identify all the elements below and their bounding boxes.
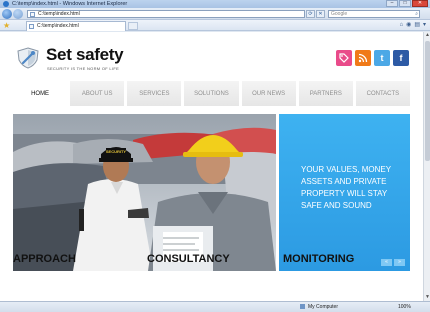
window-controls: – □ ✕: [386, 0, 428, 8]
computer-icon: [300, 304, 305, 310]
print-icon[interactable]: ▤: [414, 22, 420, 29]
window-title: C:\temp\index.html - Windows Internet Ex…: [12, 1, 128, 7]
main-menu: HOME ABOUT US SERVICES SOLUTIONS OUR NEW…: [13, 81, 410, 106]
address-toolbar: C:\temp\index.html ⟳ ✕ Google ⌕: [0, 8, 430, 20]
window-title-bar: C:\temp\index.html - Windows Internet Ex…: [0, 0, 430, 8]
shield-logo-icon: [17, 47, 39, 69]
address-text: C:\temp\index.html: [38, 11, 80, 17]
command-bar: ⌂ ◉ ▤ ▾: [399, 22, 426, 29]
logo-tagline: SECURITY IS THE NORM OF LIFE: [47, 66, 120, 71]
scroll-thumb[interactable]: [425, 41, 430, 161]
status-bar: My Computer 100%: [0, 301, 430, 312]
twitter-icon[interactable]: t: [374, 50, 390, 66]
zoom-level[interactable]: 100%: [398, 302, 411, 312]
vertical-scrollbar[interactable]: ▲ ▼: [423, 32, 430, 301]
tag-icon[interactable]: [336, 50, 352, 66]
hero-panel-text: YOUR VALUES, MONEY ASSETS AND PRIVATE PR…: [301, 165, 391, 210]
favorites-star-icon[interactable]: ★: [3, 21, 10, 30]
section-heading-approach: APPROACH: [13, 253, 76, 265]
social-links: t f: [336, 50, 409, 66]
menu-item-about-us[interactable]: ABOUT US: [70, 81, 125, 106]
back-button[interactable]: [2, 9, 12, 19]
section-heading-monitoring: MONITORING: [283, 253, 355, 265]
search-input[interactable]: Google ⌕: [328, 10, 420, 18]
feeds-icon[interactable]: ◉: [406, 22, 411, 29]
menu-item-services[interactable]: SERVICES: [127, 81, 182, 106]
rss-icon[interactable]: [355, 50, 371, 66]
menu-item-home[interactable]: HOME: [13, 81, 68, 106]
address-bar[interactable]: C:\temp\index.html: [27, 10, 305, 18]
slider-prev-button[interactable]: «: [381, 259, 392, 266]
scroll-down-icon[interactable]: ▼: [424, 294, 430, 301]
menu-item-our-news[interactable]: OUR NEWS: [241, 81, 296, 106]
slider-controls: « »: [381, 259, 405, 266]
slider-next-button[interactable]: »: [394, 259, 405, 266]
cap-security-text: SECURITY: [106, 149, 127, 154]
maximize-button[interactable]: □: [399, 0, 411, 7]
search-placeholder: Google: [331, 11, 348, 17]
page-icon: [29, 24, 34, 29]
forward-button[interactable]: [13, 9, 23, 19]
zone-label: My Computer: [308, 304, 339, 310]
home-icon[interactable]: ⌂: [399, 22, 403, 29]
internet-explorer-icon: [3, 1, 9, 7]
new-tab-button[interactable]: [128, 22, 138, 30]
minimize-button[interactable]: –: [386, 0, 398, 7]
menu-item-partners[interactable]: PARTNERS: [298, 81, 353, 106]
refresh-icon[interactable]: ⟳: [306, 10, 315, 18]
facebook-icon[interactable]: f: [393, 50, 409, 66]
scroll-up-icon[interactable]: ▲: [424, 32, 430, 39]
close-button[interactable]: ✕: [412, 0, 428, 7]
logo-title[interactable]: Set safety: [46, 45, 124, 65]
hero-image: SECURITY: [13, 114, 276, 271]
tab-title: C:\temp\index.html: [37, 23, 79, 29]
section-heading-consultancy: CONSULTANCY: [147, 253, 230, 265]
tab-bar: ★ C:\temp\index.html ⌂ ◉ ▤ ▾: [0, 20, 430, 31]
menu-item-contacts[interactable]: CONTACTS: [355, 81, 410, 106]
hero-text-panel: YOUR VALUES, MONEY ASSETS AND PRIVATE PR…: [279, 114, 410, 271]
stop-icon[interactable]: ✕: [316, 10, 325, 18]
search-icon[interactable]: ⌕: [415, 11, 418, 18]
menu-item-solutions[interactable]: SOLUTIONS: [184, 81, 239, 106]
tab-index[interactable]: C:\temp\index.html: [26, 21, 126, 31]
page-icon: [30, 12, 35, 17]
security-zone[interactable]: My Computer: [300, 302, 338, 312]
page-menu-icon[interactable]: ▾: [423, 22, 426, 29]
